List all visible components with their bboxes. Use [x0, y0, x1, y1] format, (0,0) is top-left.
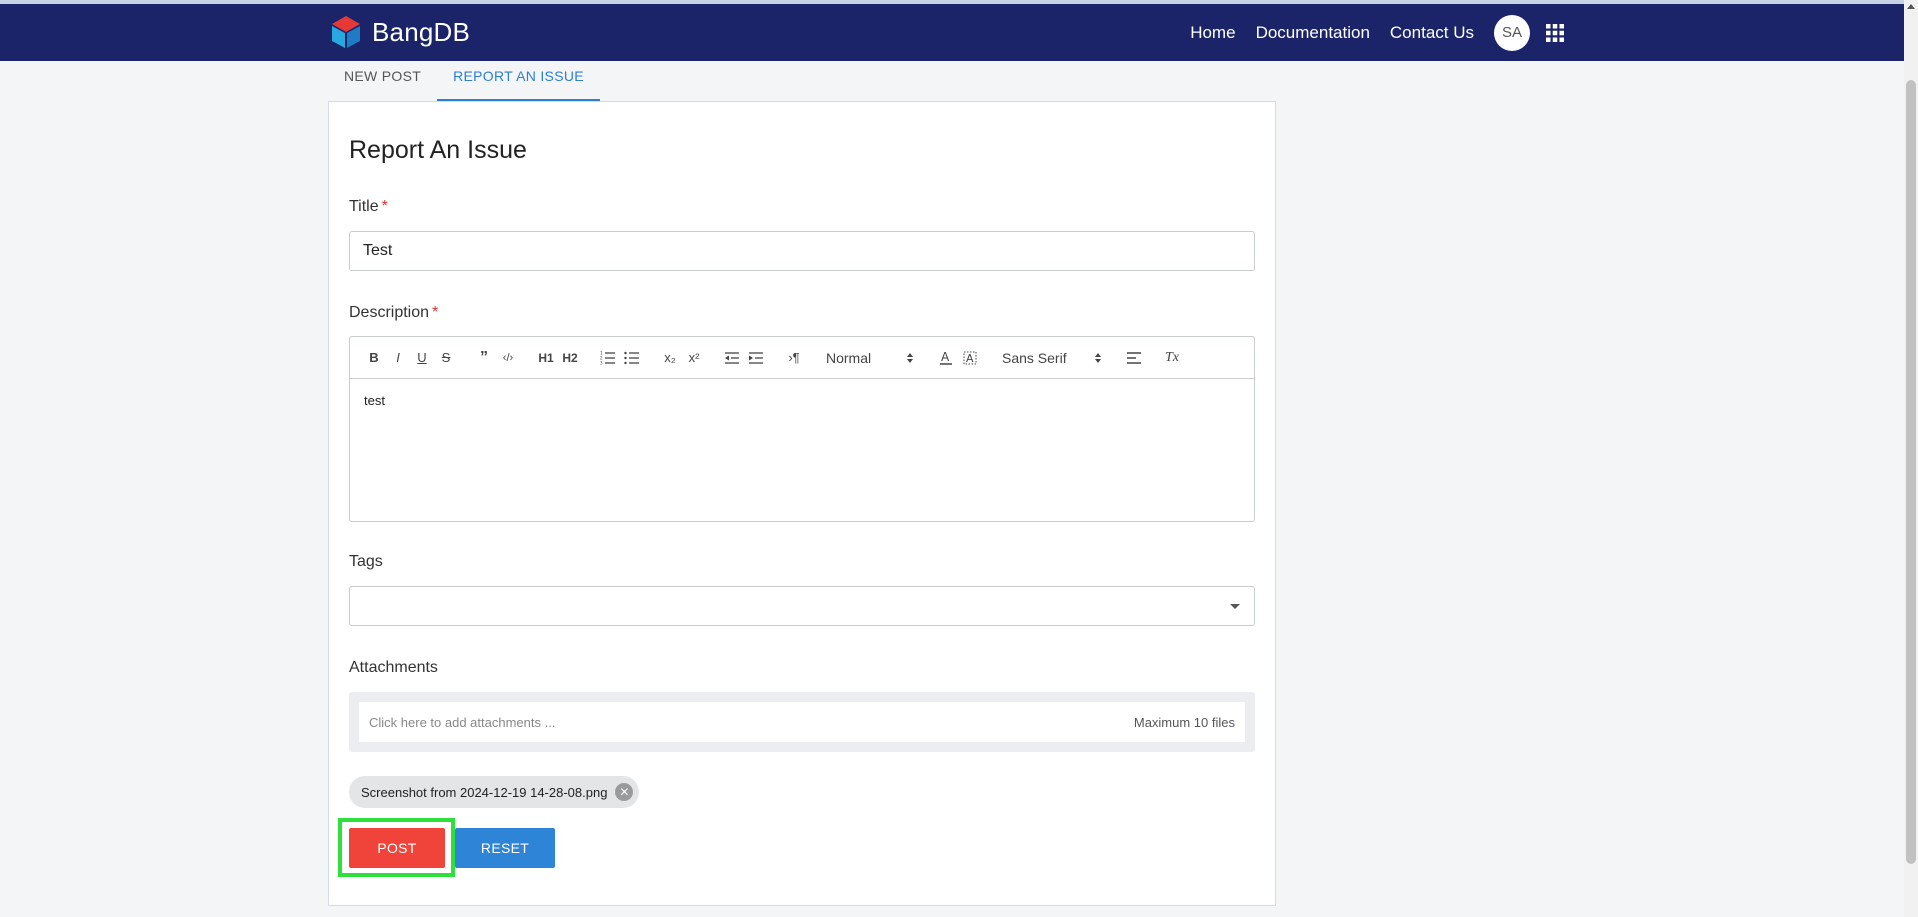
- tags-select[interactable]: [349, 586, 1255, 626]
- reset-button[interactable]: RESET: [455, 828, 555, 868]
- font-select[interactable]: Sans Serif: [996, 350, 1108, 366]
- tags-label: Tags: [349, 553, 383, 570]
- title-label: Title *: [349, 198, 388, 216]
- superscript-button[interactable]: x²: [682, 346, 706, 370]
- size-select[interactable]: Normal: [820, 350, 920, 366]
- required-mark: *: [381, 198, 388, 215]
- outdent-icon[interactable]: [720, 346, 744, 370]
- updown-arrow-icon: [1095, 352, 1101, 363]
- description-label-text: Description: [349, 304, 430, 321]
- add-attachments-area[interactable]: Click here to add attachments ... Maximu…: [359, 702, 1245, 742]
- editor-content[interactable]: test: [350, 379, 1254, 422]
- underline-button[interactable]: U: [410, 346, 434, 370]
- user-avatar[interactable]: SA: [1494, 14, 1530, 51]
- attachments-placeholder: Click here to add attachments ...: [369, 714, 556, 730]
- attachments-dropzone: Click here to add attachments ... Maximu…: [349, 692, 1255, 752]
- scroll-up-arrow-icon[interactable]: [1907, 4, 1915, 9]
- page-title: Report An Issue: [349, 136, 527, 164]
- nav-home-link[interactable]: Home: [1190, 23, 1235, 43]
- updown-arrow-icon: [907, 352, 913, 363]
- bold-button[interactable]: B: [362, 346, 386, 370]
- nav-contact-link[interactable]: Contact Us: [1390, 23, 1474, 43]
- attached-file-name: Screenshot from 2024-12-19 14-28-08.png: [361, 784, 608, 800]
- tab-new-post[interactable]: NEW POST: [328, 61, 437, 101]
- post-button[interactable]: POST: [349, 828, 445, 868]
- attachments-max-note: Maximum 10 files: [1133, 714, 1235, 730]
- logo[interactable]: BangDB: [328, 14, 470, 50]
- attached-file-chip: Screenshot from 2024-12-19 14-28-08.png …: [349, 776, 640, 808]
- top-navbar: BangDB Home Documentation Contact Us SA: [0, 4, 1904, 61]
- blockquote-button[interactable]: ”: [472, 346, 496, 370]
- background-color-icon[interactable]: A: [958, 346, 982, 370]
- svg-text:3: 3: [600, 360, 603, 365]
- bullet-list-icon[interactable]: [620, 346, 644, 370]
- strike-button[interactable]: S: [434, 346, 458, 370]
- text-direction-button[interactable]: ›¶: [782, 346, 806, 370]
- header1-button[interactable]: H1: [534, 346, 558, 370]
- subscript-button[interactable]: x₂: [658, 346, 682, 370]
- tab-report-issue[interactable]: REPORT AN ISSUE: [437, 61, 600, 101]
- editor-toolbar: B I U S ” ‹/› H1 H2 123 x₂ x² ›¶ Normal …: [350, 337, 1254, 379]
- remove-file-icon[interactable]: ✕: [615, 783, 634, 801]
- size-select-value: Normal: [826, 349, 872, 366]
- header2-button[interactable]: H2: [558, 346, 582, 370]
- title-input[interactable]: [349, 231, 1255, 271]
- description-label: Description *: [349, 304, 438, 322]
- font-select-value: Sans Serif: [1002, 349, 1067, 366]
- align-left-icon[interactable]: [1122, 346, 1146, 370]
- code-block-button[interactable]: ‹/›: [496, 346, 520, 370]
- report-issue-card: Report An Issue Title* Description* B I …: [328, 101, 1276, 906]
- required-mark: *: [432, 304, 439, 321]
- apps-grid-icon[interactable]: [1544, 22, 1566, 44]
- font-color-icon[interactable]: A: [934, 346, 958, 370]
- ordered-list-icon[interactable]: 123: [596, 346, 620, 370]
- description-editor[interactable]: B I U S ” ‹/› H1 H2 123 x₂ x² ›¶ Normal …: [349, 336, 1255, 522]
- clear-format-button[interactable]: Tx: [1160, 346, 1184, 370]
- nav-links: Home Documentation Contact Us SA: [1170, 4, 1904, 61]
- attachments-label: Attachments: [349, 659, 438, 676]
- indent-icon[interactable]: [744, 346, 768, 370]
- title-label-text: Title: [349, 198, 379, 215]
- nav-documentation-link[interactable]: Documentation: [1256, 23, 1370, 43]
- bangdb-logo-icon: [332, 16, 360, 48]
- logo-text: BangDB: [372, 16, 471, 47]
- italic-button[interactable]: I: [386, 346, 410, 370]
- scroll-thumb[interactable]: [1906, 80, 1916, 864]
- svg-text:A: A: [941, 350, 950, 364]
- dropdown-caret-icon: [1230, 604, 1240, 609]
- svg-text:A: A: [966, 352, 974, 365]
- post-tabs: NEW POST REPORT AN ISSUE: [328, 61, 600, 101]
- page-scrollbar[interactable]: [1904, 0, 1918, 917]
